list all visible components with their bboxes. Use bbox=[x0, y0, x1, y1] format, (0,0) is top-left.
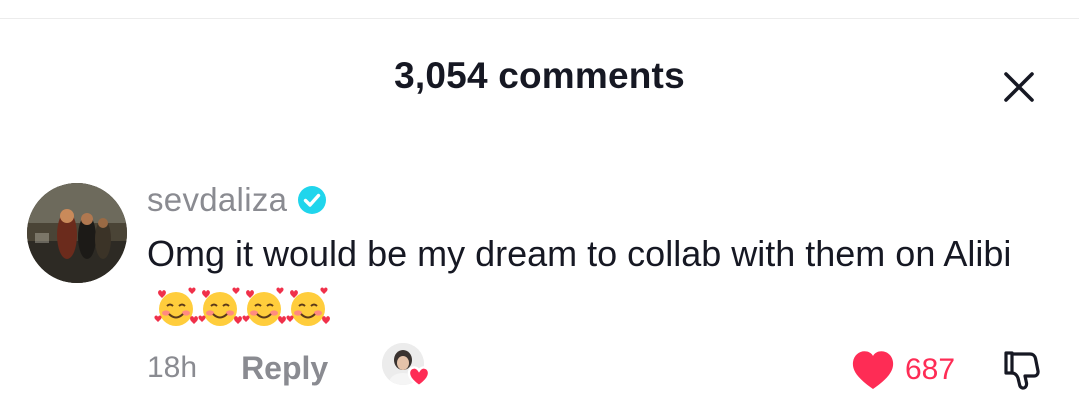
heart-filled-icon bbox=[852, 351, 894, 389]
reply-button[interactable]: Reply bbox=[241, 350, 328, 387]
thumbs-down-icon bbox=[1004, 351, 1040, 390]
comment-timestamp: 18h bbox=[147, 351, 198, 384]
smiling-face-with-hearts-icon bbox=[242, 288, 286, 327]
avatar-photo-image bbox=[27, 183, 127, 283]
heart-icon bbox=[407, 366, 431, 388]
smiling-face-with-hearts-icon bbox=[154, 288, 198, 327]
like-count: 687 bbox=[905, 353, 956, 386]
comments-count-title: 3,054 comments bbox=[394, 55, 685, 96]
comment-text: Omg it would be my dream to collab with … bbox=[147, 233, 1012, 274]
username[interactable]: sevdaliza bbox=[147, 181, 287, 219]
liked-by-creator-badge bbox=[382, 343, 432, 393]
smiling-face-with-hearts-icon bbox=[286, 288, 330, 327]
smiling-face-with-hearts-icon bbox=[198, 288, 242, 327]
verified-badge-icon bbox=[298, 186, 327, 214]
username-row: sevdaliza bbox=[147, 178, 327, 222]
like-button[interactable]: 687 bbox=[849, 346, 955, 394]
comment-body: Omg it would be my dream to collab with … bbox=[147, 228, 1057, 332]
close-icon bbox=[1004, 72, 1034, 102]
emoji-group bbox=[153, 285, 330, 331]
user-avatar[interactable] bbox=[27, 183, 127, 283]
comment-meta-row: 18h Reply bbox=[147, 343, 432, 388]
dislike-button[interactable] bbox=[998, 347, 1044, 393]
close-button[interactable] bbox=[996, 64, 1042, 110]
top-divider bbox=[0, 18, 1079, 19]
